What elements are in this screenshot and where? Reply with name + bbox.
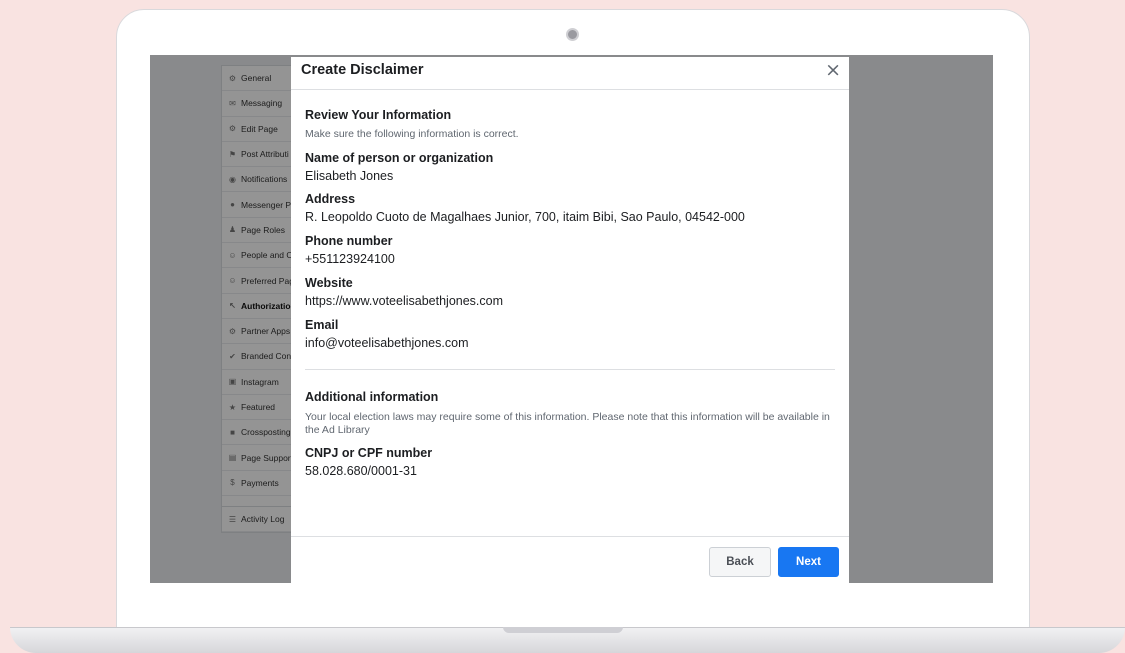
close-icon[interactable]: × xyxy=(825,59,841,81)
field-label-address: Address xyxy=(305,192,356,206)
additional-note: Your local election laws may require som… xyxy=(305,411,830,436)
laptop-screen: ⚙ General ✉ Messaging ⚙ Edit Page ⚑ Post Att… xyxy=(150,55,993,583)
dialog-footer: Back Next xyxy=(291,536,849,583)
review-heading: Review Your Information xyxy=(305,108,452,122)
laptop-notch xyxy=(503,627,623,633)
field-label-phone: Phone number xyxy=(305,234,393,248)
next-button[interactable]: Next xyxy=(778,547,839,577)
field-value-phone: +551123924100 xyxy=(305,252,395,266)
field-label-cnpj: CNPJ or CPF number xyxy=(305,446,433,460)
dialog-title: Create Disclaimer xyxy=(301,62,424,78)
field-value-email: info@voteelisabethjones.com xyxy=(305,336,469,350)
field-value-website: https://www.voteelisabethjones.com xyxy=(305,294,504,308)
field-value-name: Elisabeth Jones xyxy=(305,169,394,183)
camera-icon xyxy=(566,28,579,41)
dialog-header: Create Disclaimer × xyxy=(291,57,849,90)
field-label-name: Name of person or organization xyxy=(305,151,494,165)
dialog-body: Review Your Information Make sure the fo… xyxy=(291,108,849,478)
additional-heading: Additional information xyxy=(305,390,439,404)
back-button[interactable]: Back xyxy=(709,547,771,577)
field-value-address: R. Leopoldo Cuoto de Magalhaes Junior, 7… xyxy=(305,210,745,224)
field-value-cnpj: 58.028.680/0001-31 xyxy=(305,464,417,478)
field-label-website: Website xyxy=(305,276,353,290)
review-subtitle: Make sure the following information is c… xyxy=(305,128,519,140)
section-divider xyxy=(305,369,835,370)
create-disclaimer-dialog: Create Disclaimer × Review Your Informat… xyxy=(291,57,849,583)
field-label-email: Email xyxy=(305,318,339,332)
